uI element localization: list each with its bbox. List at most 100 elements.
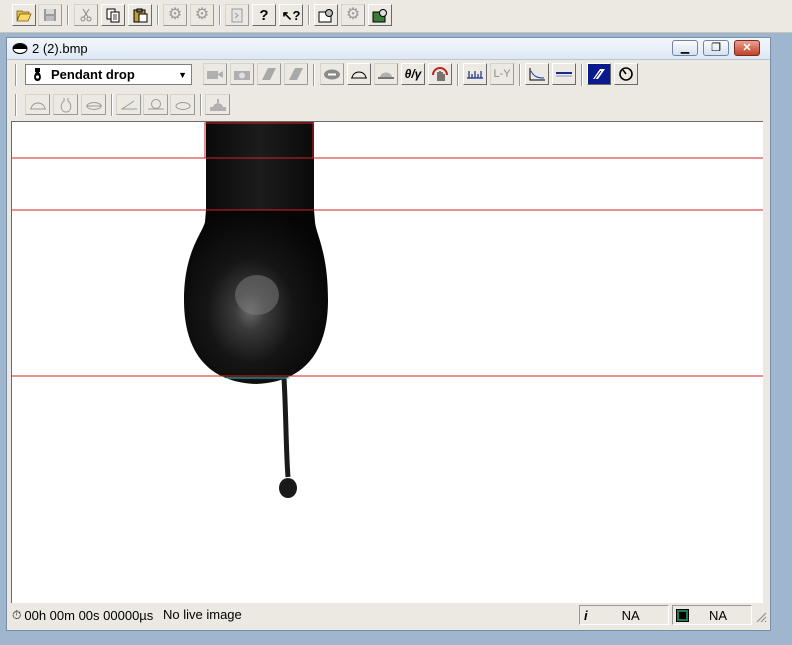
image-canvas[interactable] [11, 121, 763, 603]
calibrate-icon [593, 69, 605, 80]
open-dialog-button[interactable] [314, 4, 338, 26]
close-icon: ✕ [742, 41, 752, 54]
save-button[interactable] [38, 4, 62, 26]
gear-icon: ⚙ [167, 6, 183, 23]
satellite-droplet [279, 478, 297, 498]
settings-button[interactable]: ⚙ [163, 4, 187, 26]
pointer-question-icon: ↖? [281, 7, 301, 23]
resize-grip-icon[interactable] [755, 611, 767, 623]
folder-open-icon [16, 10, 32, 22]
fit-tangent-button[interactable] [81, 94, 106, 115]
video-camera-button[interactable] [203, 63, 227, 85]
status-bar: ⏱ 00h 00m 00s 00000µs No live image i NA… [7, 603, 770, 627]
window-titlebar[interactable]: 2 (2).bmp ▁ ❐ ✕ [7, 38, 770, 60]
ellipse-icon [175, 101, 190, 110]
drop-eye-icon [12, 43, 28, 54]
refresh-icon [619, 67, 633, 81]
device-settings-button[interactable]: ⚙ [341, 4, 365, 26]
scale-button[interactable] [463, 63, 487, 85]
info-icon: i [584, 607, 588, 623]
lens-drop-icon [85, 101, 102, 110]
contact-angle-button[interactable] [116, 94, 141, 115]
floppy-disk-icon [44, 9, 56, 21]
frame-pane: NA [672, 605, 752, 625]
fit-ellipse-button[interactable] [25, 94, 50, 115]
image-stripes-button[interactable] [257, 63, 281, 85]
frame-icon [676, 608, 689, 622]
stripes-icon [262, 68, 276, 80]
pendant-outline-icon [60, 97, 71, 113]
table-button[interactable] [552, 63, 576, 85]
help-button[interactable]: ? [252, 4, 276, 26]
ellipse-fit-button[interactable] [170, 94, 195, 115]
clock-icon: ⏱ [12, 608, 22, 622]
baseline-button[interactable] [374, 63, 398, 85]
drop-volume-button[interactable] [205, 94, 230, 115]
info-value: NA [621, 607, 640, 623]
minimize-button[interactable]: ▁ [672, 40, 698, 56]
sessile-profile-button[interactable] [347, 63, 371, 85]
calibration-button[interactable] [587, 63, 611, 85]
main-toolbar: ⚙ ⚙ ? ↖? ⚙ [0, 0, 792, 33]
sessile-drop-icon [351, 71, 367, 79]
drop-highlight [235, 275, 279, 315]
snapshot-button[interactable] [230, 63, 254, 85]
circle-fit-button[interactable] [143, 94, 168, 115]
manual-tool-button[interactable] [428, 63, 452, 85]
drop-outline-icon [324, 69, 340, 79]
method-select[interactable]: Pendant drop ▼ [25, 64, 192, 85]
drop-baseline-icon [378, 72, 394, 79]
live-status: No live image [163, 607, 242, 622]
context-help-button[interactable]: ↖? [279, 4, 303, 26]
folder-gear-icon [318, 8, 333, 22]
ly-icon: L-Y [493, 68, 511, 80]
paste-button[interactable] [128, 4, 152, 26]
question-mark-icon: ? [259, 6, 269, 24]
settings-tools-button[interactable]: ⚙ [190, 4, 214, 26]
elapsed-time: 00h 00m 00s 00000µs [24, 607, 154, 623]
thread [281, 377, 291, 478]
detect-drop-button[interactable] [320, 63, 344, 85]
open-file-button[interactable] [12, 4, 36, 26]
gear-icon: ⚙ [345, 6, 361, 23]
method-select-value: Pendant drop [51, 67, 135, 82]
stripes-icon [289, 68, 303, 80]
fit-circle-button[interactable] [53, 94, 78, 115]
hand-gauge-icon [432, 67, 448, 81]
angle-icon [120, 100, 137, 109]
frame-value: NA [709, 607, 728, 623]
circle-baseline-icon [147, 99, 164, 110]
ly-button[interactable]: L-Y [490, 63, 514, 85]
video-camera-icon [207, 71, 223, 79]
needle [206, 122, 314, 214]
camera-icon [234, 70, 250, 80]
graph-icon [529, 68, 545, 81]
exit-door-icon [231, 8, 243, 22]
copy-icon [106, 8, 119, 22]
gear-wrench-icon: ⚙ [194, 6, 210, 23]
chevron-down-icon[interactable]: ▼ [178, 70, 187, 80]
image-stripes-alt-button[interactable] [284, 63, 308, 85]
window-title: 2 (2).bmp [32, 41, 88, 56]
time-pane: ⏱ 00h 00m 00s 00000µs [9, 605, 159, 625]
scissors-icon [80, 8, 92, 22]
refresh-button[interactable] [614, 63, 638, 85]
lines-icon [556, 72, 572, 77]
exit-button[interactable] [225, 4, 249, 26]
graph-button[interactable] [525, 63, 549, 85]
close-button[interactable]: ✕ [734, 40, 760, 56]
sessile-drop-icon [29, 102, 46, 109]
theta-icon: θ/γ [404, 67, 422, 81]
clipboard-icon [133, 8, 147, 22]
ruler-icon [467, 71, 483, 79]
restore-icon: ❐ [711, 41, 721, 54]
info-pane: i NA [579, 605, 669, 625]
copy-button[interactable] [101, 4, 125, 26]
angle-measure-button[interactable]: θ/γ [401, 63, 425, 85]
restore-button[interactable]: ❐ [703, 40, 729, 56]
cut-button[interactable] [74, 4, 98, 26]
camera-settings-button[interactable] [368, 4, 392, 26]
minimize-icon: ▁ [680, 41, 690, 54]
camera-gear-icon [372, 8, 387, 22]
drop-image [12, 122, 763, 498]
